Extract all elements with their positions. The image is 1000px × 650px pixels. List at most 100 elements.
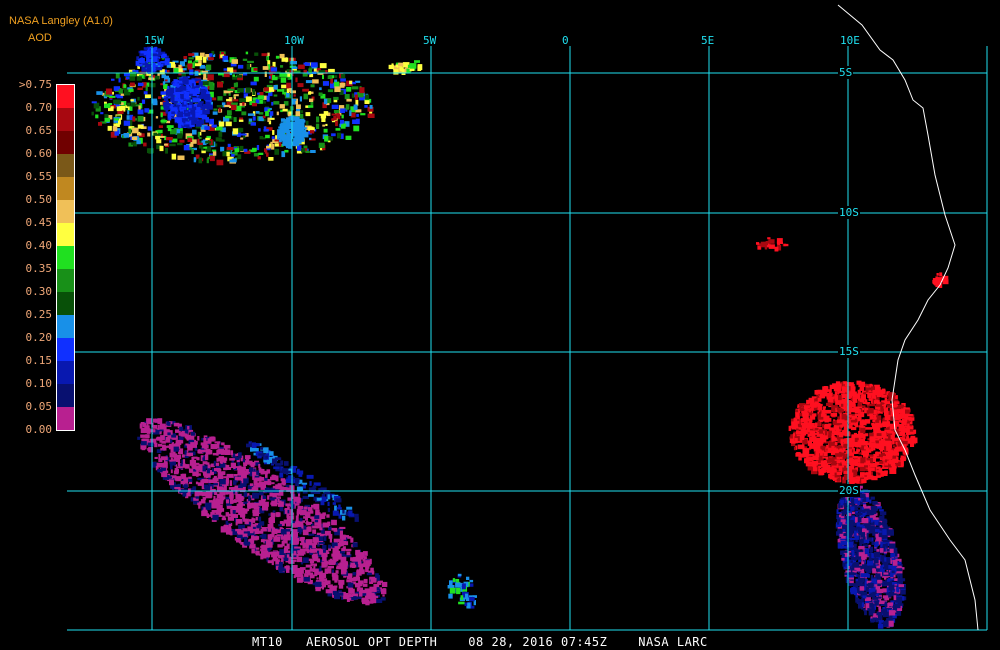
aerosol-pixel	[209, 155, 215, 162]
aerosol-pixel	[287, 77, 290, 80]
aerosol-pixel	[136, 76, 142, 81]
aerosol-pixel	[867, 573, 870, 578]
aerosol-pixel	[256, 470, 260, 475]
aerosol-pixel	[207, 438, 212, 444]
aerosol-pixel	[360, 569, 365, 575]
aerosol-pixel	[195, 112, 201, 118]
aerosol-pixel	[812, 455, 819, 461]
aerosol-pixel	[908, 417, 915, 421]
aerosol-pixel	[224, 104, 230, 108]
aerosol-pixel	[881, 441, 883, 446]
aerosol-pixel	[362, 591, 367, 594]
aerosol-pixel	[243, 148, 248, 152]
aerosol-pixel	[340, 108, 345, 113]
aerosol-pixel	[281, 84, 287, 89]
aerosol-pixel	[323, 111, 329, 116]
aerosol-pixel	[127, 110, 130, 115]
aerosol-pixel	[320, 549, 323, 555]
aerosol-pixel	[888, 459, 894, 465]
aerosol-pixel	[118, 89, 123, 94]
aerosol-pixel	[830, 396, 835, 400]
aerosol-pixel	[220, 451, 228, 455]
aerosol-pixel	[222, 151, 227, 157]
aerosol-pixel	[893, 452, 899, 456]
aerosol-pixel	[280, 118, 285, 122]
aerosol-pixel	[237, 531, 240, 534]
aerosol-pixel	[168, 116, 172, 121]
aerosol-pixel	[223, 476, 228, 479]
aerosol-pixel	[203, 146, 208, 149]
aerosol-pixel	[309, 137, 312, 140]
aerosol-pixel	[832, 383, 839, 388]
aerosol-pixel	[840, 540, 847, 546]
aerosol-pixel	[887, 602, 894, 607]
aerosol-pixel	[831, 460, 837, 466]
aerosol-pixel	[896, 456, 899, 461]
aerosol-pixel	[331, 572, 337, 577]
aerosol-pixel	[303, 532, 308, 535]
aerosol-pixel	[868, 565, 871, 571]
aerosol-pixel	[126, 76, 130, 80]
aerosol-pixel	[162, 464, 167, 468]
aerosol-pixel	[268, 87, 275, 92]
aerosol-pixel	[788, 425, 792, 431]
aerosol-pixel	[227, 516, 234, 521]
aerosol-pixel	[207, 74, 214, 81]
aerosol-pixel	[284, 545, 289, 552]
aerosol-pixel	[873, 426, 877, 430]
aerosol-pixel	[308, 126, 314, 131]
aerosol-pixel	[186, 452, 193, 457]
aerosol-pixel	[820, 392, 825, 399]
aerosol-pixel	[825, 457, 828, 460]
aerosol-pixel	[304, 573, 307, 577]
aerosol-pixel	[91, 111, 94, 116]
aerosol-pixel	[135, 60, 140, 66]
aerosol-pixel	[253, 68, 258, 71]
aerosol-pixel	[173, 422, 180, 427]
aerosol-pixel	[191, 120, 195, 125]
aerosol-pixel	[302, 495, 309, 499]
aerosol-pixel	[136, 140, 141, 145]
aerosol-pixel	[286, 513, 290, 518]
aerosol-pixel	[252, 509, 258, 514]
aerosol-pixel	[183, 477, 189, 484]
aerosol-pixel	[334, 578, 338, 583]
aerosol-pixel	[843, 425, 848, 432]
aerosol-pixel	[336, 507, 342, 510]
aerosol-pixel	[123, 133, 130, 138]
aerosol-pixel	[756, 242, 760, 245]
aerosol-pixel	[281, 130, 288, 133]
aerosol-pixel	[357, 585, 361, 590]
aerosol-pixel	[145, 94, 151, 98]
aerosol-pixel	[872, 568, 877, 574]
aerosol-pixel	[237, 88, 244, 93]
aerosol-pixel	[183, 433, 188, 436]
aerosol-pixel	[911, 437, 918, 444]
aerosol-pixel	[159, 145, 164, 152]
aerosol-pixel	[842, 388, 846, 391]
aerosol-pixel	[156, 436, 161, 441]
aerosol-pixel	[414, 60, 420, 63]
aerosol-pixel	[273, 94, 278, 97]
aerosol-pixel	[197, 502, 202, 506]
aerosol-pixel	[157, 129, 163, 134]
aerosol-pixel	[239, 145, 244, 151]
aerosol-pixel	[187, 63, 193, 68]
aerosol-pixel	[211, 510, 218, 513]
aerosol-pixel	[876, 445, 880, 449]
aerosol-pixel	[181, 118, 189, 122]
aerosol-pixel	[182, 459, 186, 465]
aerosol-pixel	[236, 538, 241, 543]
aerosol-pixel	[329, 538, 332, 543]
aerosol-pixel	[177, 83, 180, 88]
aerosol-pixel	[209, 436, 216, 439]
aerosol-pixel	[868, 408, 874, 414]
aerosol-pixel	[131, 142, 138, 145]
aerosol-pixel	[165, 96, 168, 102]
aerosol-pixel	[216, 449, 219, 456]
aerosol-pixel	[232, 128, 239, 135]
aerosol-pixel	[302, 88, 309, 92]
aerosol-pixel	[896, 610, 902, 616]
aerosol-pixel	[181, 73, 186, 77]
aerosol-pixel	[165, 470, 169, 474]
